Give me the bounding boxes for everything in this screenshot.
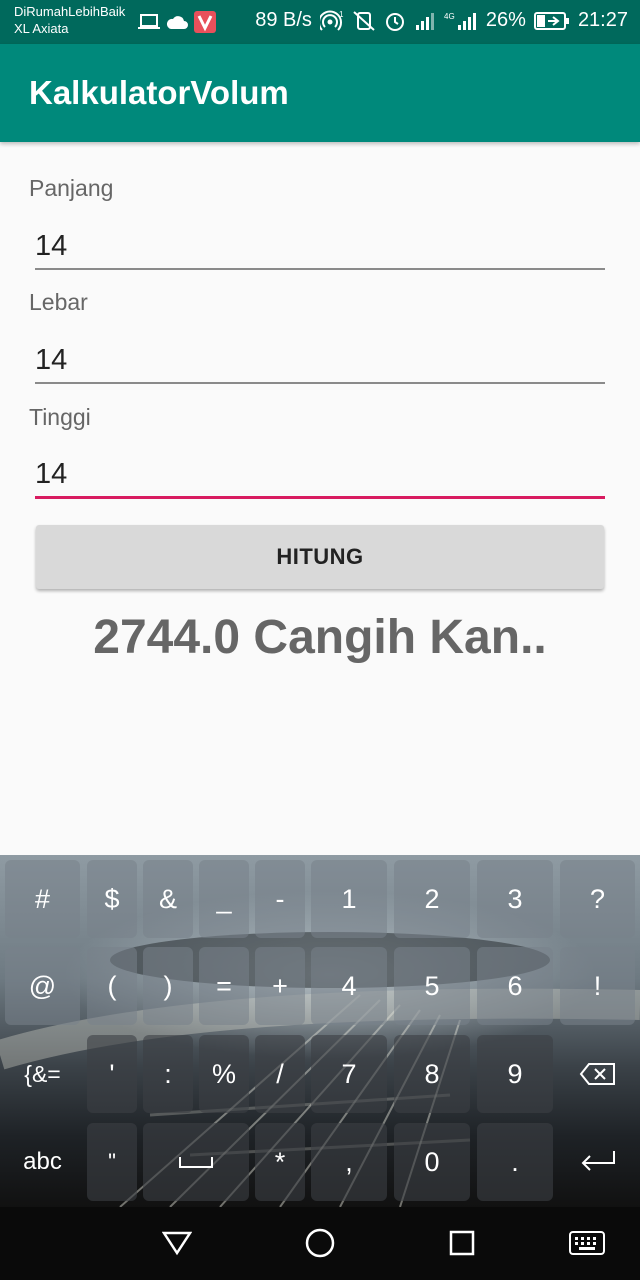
home-circle-icon — [305, 1228, 335, 1258]
key-dollar[interactable]: $ — [87, 860, 137, 938]
key-2[interactable]: 2 — [394, 860, 470, 938]
hitung-button[interactable]: HITUNG — [36, 525, 604, 589]
back-triangle-icon — [162, 1231, 192, 1256]
key-space[interactable] — [143, 1123, 249, 1201]
carrier-line-1: DiRumahLebihBaik — [14, 4, 126, 19]
key-backspace[interactable] — [560, 1035, 635, 1113]
recents-square-icon — [449, 1230, 475, 1256]
alarm-icon — [385, 12, 404, 31]
cloud-icon — [166, 16, 188, 29]
key-plus[interactable]: + — [255, 947, 305, 1025]
key-question[interactable]: ? — [560, 860, 635, 938]
key-4[interactable]: 4 — [311, 947, 387, 1025]
key-5[interactable]: 5 — [394, 947, 470, 1025]
app-v-icon — [194, 11, 216, 33]
key-exclamation[interactable]: ! — [560, 947, 635, 1025]
backspace-icon — [579, 1063, 615, 1085]
notification-icons — [138, 11, 216, 33]
nav-recents-button[interactable] — [442, 1223, 482, 1263]
key-8[interactable]: 8 — [394, 1035, 470, 1113]
carrier-info: DiRumahLebihBaik XL Axiata — [14, 3, 125, 37]
status-bar: DiRumahLebihBaik XL Axiata 89 B/s 1 4G 2… — [0, 0, 640, 44]
key-enter[interactable] — [560, 1123, 635, 1201]
hotspot-icon: 1 — [319, 10, 344, 31]
battery-charging-icon — [533, 11, 569, 30]
key-minus[interactable]: - — [255, 860, 305, 938]
key-abc[interactable]: abc — [5, 1123, 80, 1201]
clock: 21:27 — [577, 9, 628, 31]
key-0[interactable]: 0 — [394, 1123, 470, 1201]
carrier-line-2: XL Axiata — [14, 21, 69, 36]
space-icon — [179, 1157, 213, 1168]
key-asterisk[interactable]: * — [255, 1123, 305, 1201]
app-bar: KalkulatorVolum — [0, 44, 640, 142]
key-ampersand[interactable]: & — [143, 860, 193, 938]
key-9[interactable]: 9 — [477, 1035, 553, 1113]
svg-text:1: 1 — [339, 10, 344, 19]
key-hash[interactable]: # — [5, 860, 80, 938]
enter-icon — [581, 1151, 615, 1171]
key-7[interactable]: 7 — [311, 1035, 387, 1113]
navigation-bar — [0, 1207, 640, 1280]
nav-keyboard-button[interactable] — [567, 1223, 607, 1263]
app-title: KalkulatorVolum — [29, 74, 289, 111]
nav-back-button[interactable] — [157, 1223, 197, 1263]
key-1[interactable]: 1 — [311, 860, 387, 938]
key-equals[interactable]: = — [199, 947, 249, 1025]
signal-4g-icon: 4G — [444, 12, 476, 30]
lebar-label: Lebar — [29, 289, 88, 315]
svg-text:4G: 4G — [444, 12, 455, 21]
key-quote[interactable]: " — [87, 1123, 137, 1201]
key-comma[interactable]: , — [311, 1123, 387, 1201]
panjang-input[interactable] — [35, 224, 605, 270]
key-underscore[interactable]: _ — [199, 860, 249, 938]
key-paren-open[interactable]: ( — [87, 947, 137, 1025]
tinggi-label: Tinggi — [29, 404, 91, 430]
net-speed: 89 B/s — [255, 9, 312, 31]
key-paren-close[interactable]: ) — [143, 947, 193, 1025]
signal-icon — [415, 12, 434, 30]
status-right: 89 B/s 1 4G 26% 21:27 — [255, 9, 628, 32]
key-apostrophe[interactable]: ' — [87, 1035, 137, 1113]
key-3[interactable]: 3 — [477, 860, 553, 938]
key-slash[interactable]: / — [255, 1035, 305, 1113]
panjang-label: Panjang — [29, 175, 114, 201]
key-colon[interactable]: : — [143, 1035, 193, 1113]
numeric-keyboard: # $ & _ - 1 2 3 ? @ ( ) = + 4 5 6 ! {&= … — [0, 855, 640, 1207]
key-6[interactable]: 6 — [477, 947, 553, 1025]
key-percent[interactable]: % — [199, 1035, 249, 1113]
keyboard-icon — [569, 1231, 605, 1255]
result-text: 2744.0 Cangih Kan.. — [93, 611, 547, 664]
key-period[interactable]: . — [477, 1123, 553, 1201]
nav-home-button[interactable] — [300, 1223, 340, 1263]
tinggi-input[interactable] — [35, 453, 605, 499]
asterisk-glyph: * — [274, 1146, 286, 1177]
key-symbols-toggle[interactable]: {&= — [5, 1035, 80, 1113]
key-at[interactable]: @ — [5, 947, 80, 1025]
laptop-icon — [138, 14, 160, 29]
vibrate-off-icon — [353, 10, 375, 31]
lebar-input[interactable] — [35, 338, 605, 384]
battery-percent: 26% — [485, 9, 526, 31]
